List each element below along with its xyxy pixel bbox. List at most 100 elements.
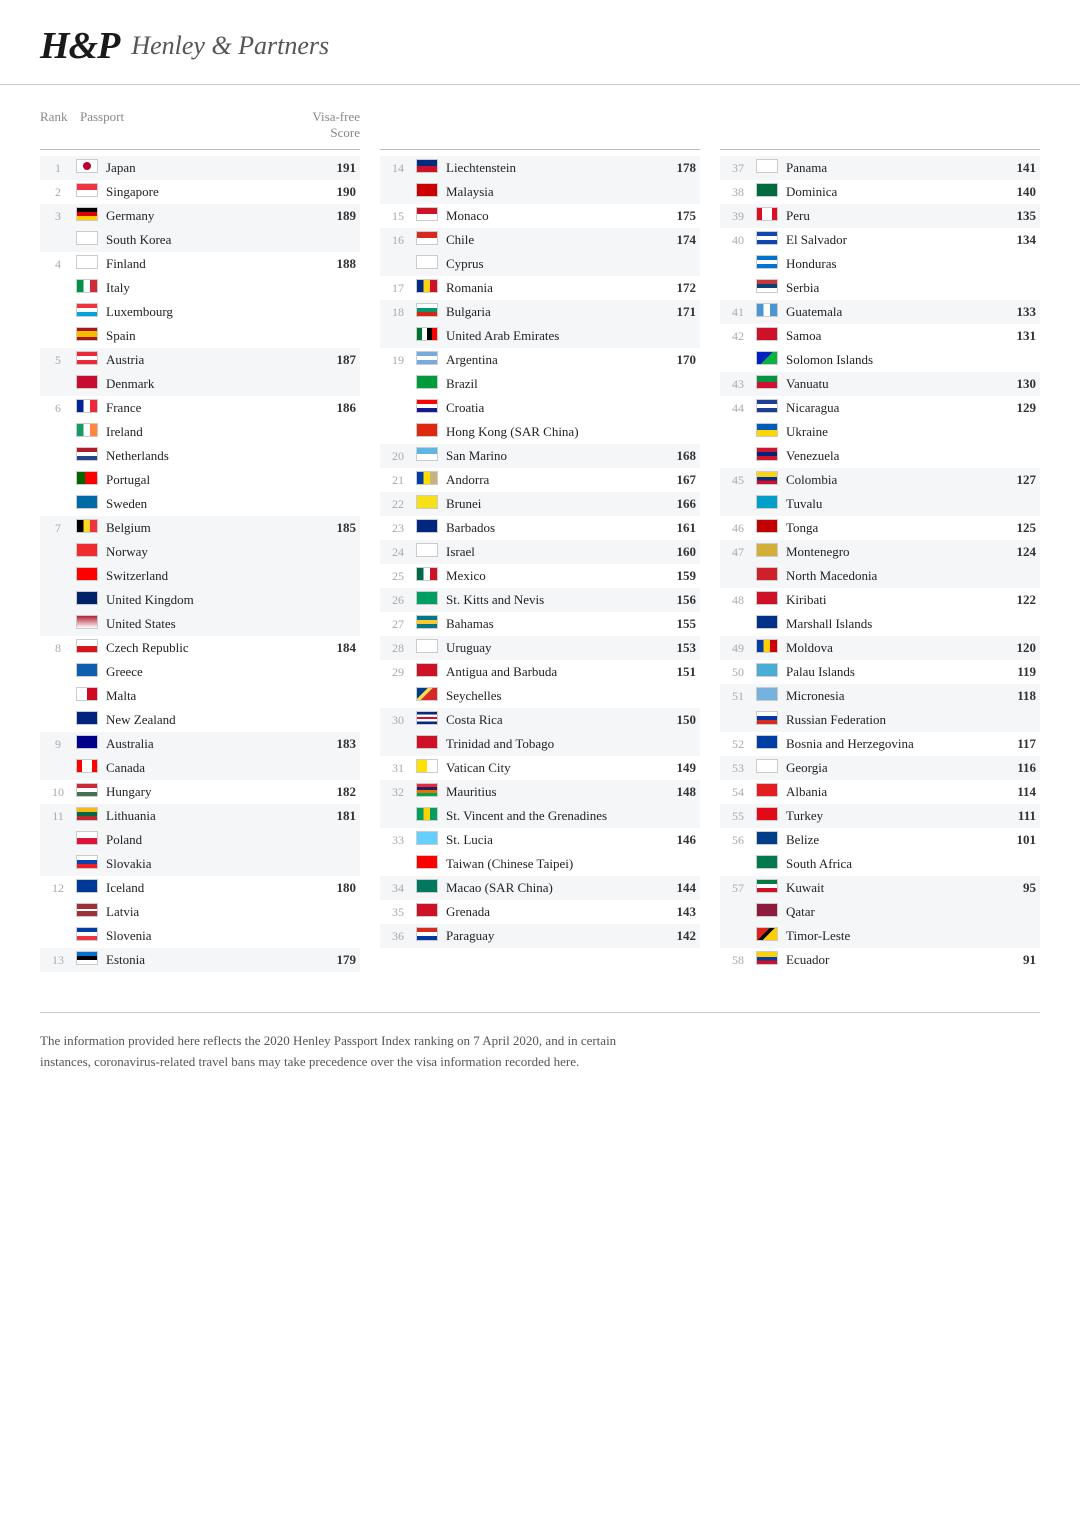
country-name: Bulgaria xyxy=(442,304,660,320)
flag-cell xyxy=(416,807,442,826)
visa-score: 191 xyxy=(320,160,360,176)
table-row: 24Israel160 xyxy=(380,540,700,564)
country-name: Chile xyxy=(442,232,660,248)
visa-score: 111 xyxy=(1000,808,1040,824)
flag-cell xyxy=(76,735,102,754)
rank-cell: 49 xyxy=(720,641,756,656)
flag-cell xyxy=(416,543,442,562)
rank-cell: 3 xyxy=(40,209,76,224)
country-name: Portugal xyxy=(102,472,320,488)
table-row: Qatar xyxy=(720,900,1040,924)
rank-cell: 22 xyxy=(380,497,416,512)
visa-score: 181 xyxy=(320,808,360,824)
table-row: Italy xyxy=(40,276,360,300)
country-name: Romania xyxy=(442,280,660,296)
table-row: Ireland xyxy=(40,420,360,444)
table-row: 38Dominica140 xyxy=(720,180,1040,204)
country-name: Colombia xyxy=(782,472,1000,488)
table-row: Malta xyxy=(40,684,360,708)
country-name: United Kingdom xyxy=(102,592,320,608)
country-name: Argentina xyxy=(442,352,660,368)
country-name: Australia xyxy=(102,736,320,752)
flag-cell xyxy=(416,615,442,634)
rank-cell: 6 xyxy=(40,401,76,416)
table-row: 17Romania172 xyxy=(380,276,700,300)
country-name: Hong Kong (SAR China) xyxy=(442,424,660,440)
footer-text-1: The information provided here reflects t… xyxy=(40,1033,616,1048)
country-name: Malaysia xyxy=(442,184,660,200)
flag-cell xyxy=(756,663,782,682)
table-row: 26St. Kitts and Nevis156 xyxy=(380,588,700,612)
table-row: Spain xyxy=(40,324,360,348)
table-row: United Kingdom xyxy=(40,588,360,612)
flag-cell xyxy=(416,567,442,586)
flag-icon xyxy=(416,759,438,773)
table-row: 28Uruguay153 xyxy=(380,636,700,660)
flag-cell xyxy=(416,831,442,850)
rank-cell: 5 xyxy=(40,353,76,368)
table-row: 39Peru135 xyxy=(720,204,1040,228)
flag-icon xyxy=(756,447,778,461)
flag-cell xyxy=(756,327,782,346)
rank-cell: 2 xyxy=(40,185,76,200)
country-name: Netherlands xyxy=(102,448,320,464)
passport-table: 1Japan1912Singapore1903Germany189South K… xyxy=(40,156,1040,972)
flag-cell xyxy=(756,687,782,706)
flag-cell xyxy=(756,855,782,874)
flag-icon xyxy=(756,711,778,725)
flag-icon xyxy=(76,615,98,629)
country-name: Czech Republic xyxy=(102,640,320,656)
flag-cell xyxy=(76,807,102,826)
rank-cell: 40 xyxy=(720,233,756,248)
flag-icon xyxy=(76,567,98,581)
table-row: Venezuela xyxy=(720,444,1040,468)
flag-icon xyxy=(76,663,98,677)
flag-icon xyxy=(416,663,438,677)
flag-cell xyxy=(76,927,102,946)
flag-cell xyxy=(416,687,442,706)
visa-score: 172 xyxy=(660,280,700,296)
flag-cell xyxy=(416,207,442,226)
flag-cell xyxy=(76,279,102,298)
table-row: 33St. Lucia146 xyxy=(380,828,700,852)
table-row: 30Costa Rica150 xyxy=(380,708,700,732)
flag-icon xyxy=(76,183,98,197)
flag-cell xyxy=(756,279,782,298)
visa-score: 116 xyxy=(1000,760,1040,776)
country-name: South Korea xyxy=(102,232,320,248)
table-row: Latvia xyxy=(40,900,360,924)
table-row: 51Micronesia118 xyxy=(720,684,1040,708)
flag-icon xyxy=(756,423,778,437)
country-name: Hungary xyxy=(102,784,320,800)
visa-score: 135 xyxy=(1000,208,1040,224)
rank-cell: 9 xyxy=(40,737,76,752)
flag-cell xyxy=(416,879,442,898)
flag-cell xyxy=(416,399,442,418)
visa-score: 151 xyxy=(660,664,700,680)
table-row: Netherlands xyxy=(40,444,360,468)
table-row: 32Mauritius148 xyxy=(380,780,700,804)
flag-cell xyxy=(416,759,442,778)
flag-cell xyxy=(76,951,102,970)
country-name: San Marino xyxy=(442,448,660,464)
rank-cell: 23 xyxy=(380,521,416,536)
visa-score: 156 xyxy=(660,592,700,608)
rank-header-2 xyxy=(380,109,420,141)
table-row: 47Montenegro124 xyxy=(720,540,1040,564)
country-name: Iceland xyxy=(102,880,320,896)
table-row: St. Vincent and the Grenadines xyxy=(380,804,700,828)
flag-icon xyxy=(76,255,98,269)
table-row: 54Albania114 xyxy=(720,780,1040,804)
flag-icon xyxy=(756,495,778,509)
flag-cell xyxy=(416,303,442,322)
flag-cell xyxy=(76,447,102,466)
flag-icon xyxy=(756,903,778,917)
table-row: 27Bahamas155 xyxy=(380,612,700,636)
country-name: Brazil xyxy=(442,376,660,392)
flag-icon xyxy=(416,831,438,845)
flag-icon xyxy=(416,879,438,893)
flag-icon xyxy=(756,639,778,653)
country-name: Norway xyxy=(102,544,320,560)
country-name: Ireland xyxy=(102,424,320,440)
flag-cell xyxy=(76,903,102,922)
